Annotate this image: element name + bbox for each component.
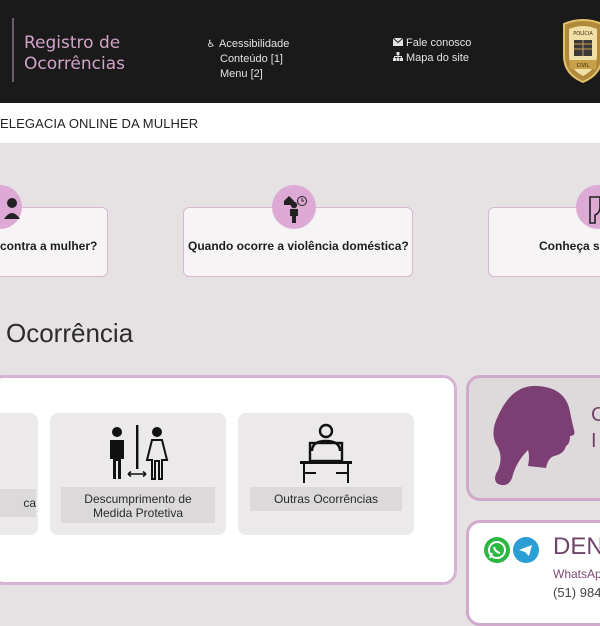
side-card-line2: I [591, 430, 597, 452]
accessibility-links: ♿ Acessibilidade Conteúdo [1] Menu [2] [205, 37, 290, 82]
contact-links: Fale conosco Mapa do site [392, 36, 471, 66]
section-title: Ocorrência [6, 318, 134, 348]
site-title-line2: Ocorrências [24, 54, 126, 74]
brand-divider [12, 18, 14, 82]
restroom-separation-icon [106, 425, 170, 485]
report-subtitle: WhatsAp [553, 567, 600, 581]
breadcrumb: ELEGACIA ONLINE DA MULHER [0, 116, 199, 131]
sitemap-icon [392, 52, 404, 66]
wheelchair-icon: ♿ [206, 39, 216, 50]
telegram-icon[interactable] [513, 537, 539, 563]
site-title-line1: Registro de [24, 33, 121, 53]
question-label-1: contra a mulher? [0, 239, 98, 253]
site-title[interactable]: Registro de Ocorrências [24, 33, 125, 75]
woman-profile-icon [488, 382, 580, 488]
report-title: DEN [553, 533, 600, 560]
woman-user-icon [0, 185, 22, 229]
domestic-violence-icon [272, 185, 316, 229]
question-label-2: Quando ocorre a violência doméstica? [188, 239, 409, 253]
menu-link[interactable]: Menu [2] [205, 67, 289, 82]
desk-computer-user-icon [298, 423, 354, 483]
report-phone[interactable]: (51) 984 [553, 585, 600, 600]
contact-link[interactable]: Fale conosco [392, 36, 471, 51]
badge-text-top: POLÍCIA [573, 30, 593, 37]
top-header: Registro de Ocorrências ♿ Acessibilidade … [0, 0, 600, 103]
tile-label-other: Outras Ocorrências [250, 487, 402, 511]
accessibility-link[interactable]: ♿ Acessibilidade [205, 37, 290, 52]
side-card-line1: C [591, 404, 600, 426]
envelope-icon [392, 37, 404, 51]
sitemap-link[interactable]: Mapa do site [392, 51, 471, 66]
fist-icon [576, 185, 600, 229]
tile-label-protective-order: Descumprimento de Medida Protetiva [61, 487, 215, 523]
tile-label-violence: ca [0, 489, 36, 517]
whatsapp-icon[interactable] [484, 537, 510, 563]
content-link[interactable]: Conteúdo [1] [205, 52, 289, 67]
question-label-3: Conheça s [539, 239, 600, 253]
badge-text-bottom: CIVIL [577, 63, 590, 69]
police-badge-logo[interactable]: POLÍCIA CIVIL [560, 18, 600, 84]
